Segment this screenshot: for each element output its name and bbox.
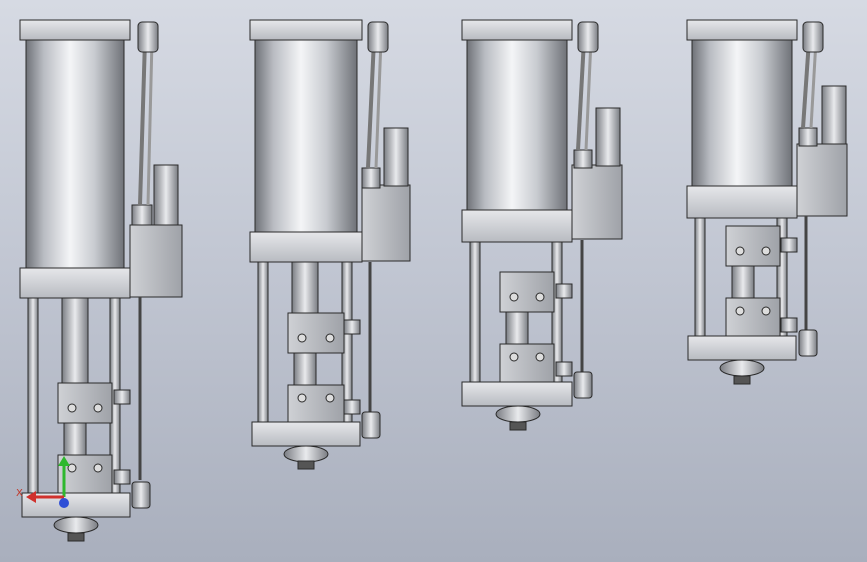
cylinder-model-3[interactable] [461, 19, 623, 431]
cylinder-model-4[interactable] [686, 19, 848, 385]
cylinder-model-2[interactable] [249, 19, 411, 470]
x-axis-label: X [16, 488, 23, 499]
cad-viewport[interactable]: X [0, 0, 867, 562]
cylinder-model-1[interactable] [19, 19, 183, 542]
